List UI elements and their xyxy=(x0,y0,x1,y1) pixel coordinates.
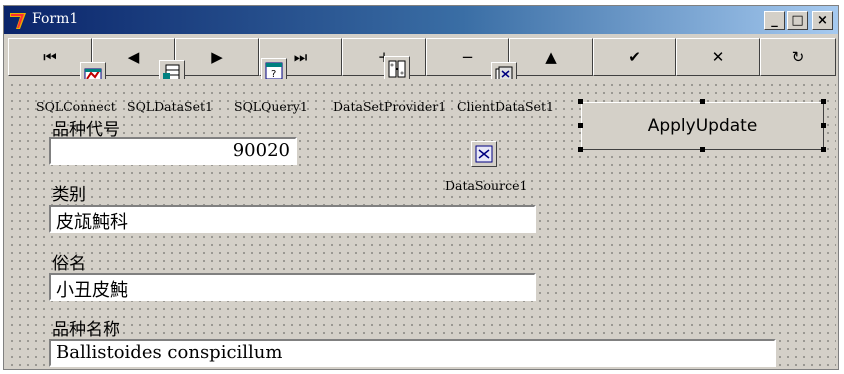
selection-handle[interactable] xyxy=(821,99,826,104)
next-record-icon: ▶ xyxy=(211,48,223,66)
nav-next-button[interactable]: ▶ xyxy=(175,38,259,76)
sqldataset-label: SQLDataSet1 xyxy=(127,99,213,114)
category-label: 类别 xyxy=(52,185,86,205)
code-field[interactable]: 90020 xyxy=(49,137,297,165)
common-name-label: 俗名 xyxy=(52,254,86,274)
cancel-icon: ✕ xyxy=(711,48,725,66)
datasetprovider-icon xyxy=(388,60,406,78)
delphi-app-icon xyxy=(10,13,26,29)
nav-post-button[interactable]: ✔ xyxy=(593,38,676,76)
prior-record-icon: ◀ xyxy=(127,48,140,66)
nav-edit-button[interactable]: ▲ xyxy=(509,38,593,76)
datasource-component[interactable] xyxy=(471,141,497,167)
selection-handle[interactable] xyxy=(578,99,583,104)
last-record-icon: ⏭ xyxy=(293,48,308,66)
datasource-icon xyxy=(475,145,493,163)
selection-handle[interactable] xyxy=(700,99,705,104)
nav-refresh-button[interactable]: ↻ xyxy=(760,38,836,76)
title-bar[interactable]: Form1 _ □ × xyxy=(4,6,838,34)
form-client-area: SQLConnect SQLDataSet1 SQLQuery1 DataSet… xyxy=(6,79,836,369)
close-button[interactable]: × xyxy=(812,11,833,30)
datasetprovider-label: DataSetProvider1 xyxy=(333,99,447,114)
apply-update-button[interactable]: ApplyUpdate xyxy=(581,102,824,150)
clientdataset-label: ClientDataSet1 xyxy=(457,99,554,114)
delete-icon: − xyxy=(461,48,474,66)
selection-handle[interactable] xyxy=(821,123,826,128)
form-window: Form1 _ □ × ⏮ ◀ ▶ ⏭ + − ▲ ✔ ✕ ↻ xyxy=(3,5,839,370)
datasource-label: DataSource1 xyxy=(445,178,528,193)
minimize-button[interactable]: _ xyxy=(764,11,785,30)
category-field[interactable]: 皮㼚魨科 xyxy=(49,205,536,233)
first-record-icon: ⏮ xyxy=(43,48,57,66)
common-name-field[interactable]: 小丑皮魨 xyxy=(49,273,536,301)
selection-handle[interactable] xyxy=(578,123,583,128)
nav-cancel-button[interactable]: ✕ xyxy=(676,38,760,76)
sqlconnection-label: SQLConnect xyxy=(36,99,116,114)
window-title: Form1 xyxy=(32,11,79,27)
sqlquery-label: SQLQuery1 xyxy=(234,99,308,114)
edit-icon: ▲ xyxy=(545,48,557,66)
refresh-icon: ↻ xyxy=(791,48,805,66)
species-name-field[interactable]: Ballistoides conspicillum xyxy=(49,339,776,367)
db-navigator: ⏮ ◀ ▶ ⏭ + − ▲ ✔ ✕ ↻ xyxy=(8,38,836,76)
selection-handle[interactable] xyxy=(578,147,583,152)
selection-handle[interactable] xyxy=(700,147,705,152)
sqlquery-icon: ? xyxy=(265,62,283,80)
species-name-label: 品种名称 xyxy=(52,320,120,340)
selection-handle[interactable] xyxy=(821,147,826,152)
maximize-button[interactable]: □ xyxy=(787,11,808,30)
post-icon: ✔ xyxy=(628,48,641,66)
